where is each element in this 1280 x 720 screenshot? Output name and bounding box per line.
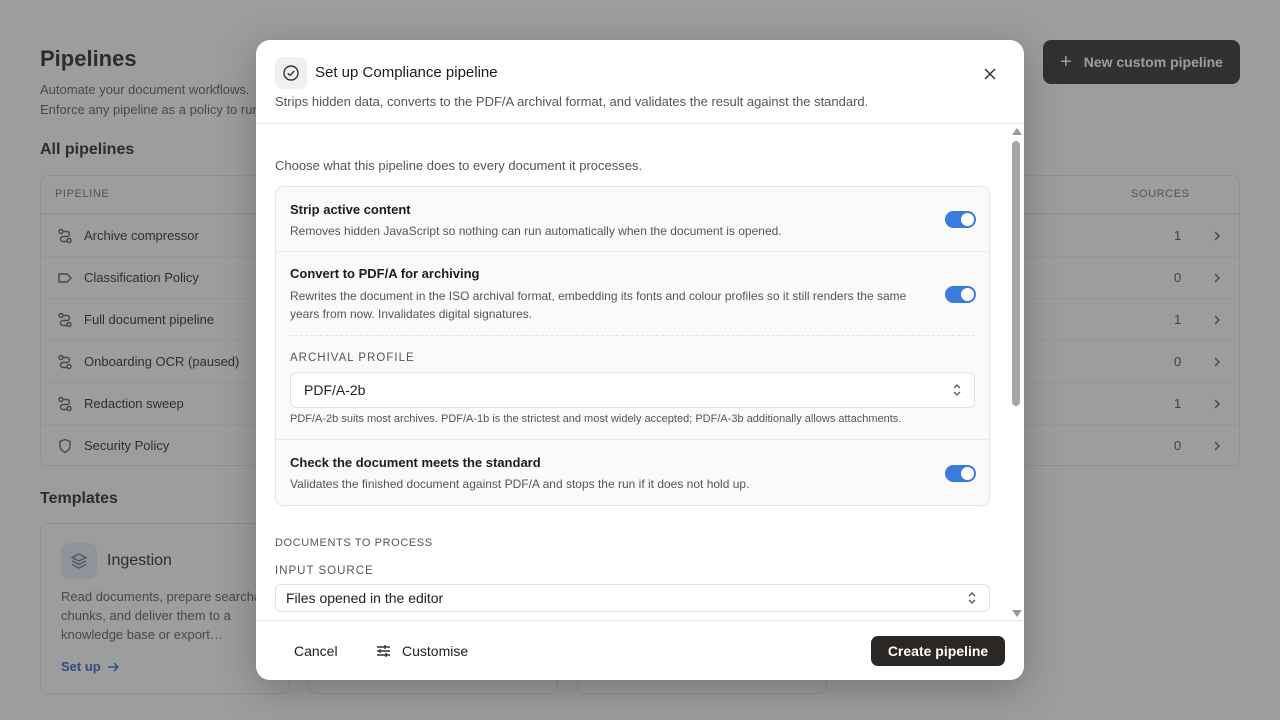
dialog-footer: Cancel Customise Create pipeline [256, 620, 1024, 680]
convert-pdfa-toggle[interactable] [945, 286, 976, 303]
validate-standard-toggle[interactable] [945, 465, 976, 482]
archival-profile-hint: PDF/A-2b suits most archives. PDF/A-1b i… [290, 413, 902, 425]
option-title: Check the document meets the standard [290, 455, 541, 470]
strip-active-content-toggle[interactable] [945, 211, 976, 228]
divider [290, 335, 975, 336]
scrollbar[interactable] [1009, 125, 1023, 620]
option-validate-standard: Check the document meets the standard Va… [276, 440, 989, 506]
dialog-title: Set up Compliance pipeline [315, 64, 498, 81]
option-strip-active-content: Strip active content Removes hidden Java… [276, 187, 989, 251]
check-circle-icon [275, 57, 307, 89]
chevron-up-down-icon [953, 384, 961, 396]
input-source-value: Files opened in the editor [286, 590, 444, 606]
archival-profile-value: PDF/A-2b [304, 382, 366, 398]
create-pipeline-button[interactable]: Create pipeline [871, 636, 1005, 666]
dialog-body[interactable]: Choose what this pipeline does to every … [256, 125, 1024, 620]
archival-profile-select[interactable]: PDF/A-2b [290, 372, 975, 408]
customise-label: Customise [402, 643, 469, 659]
input-source-label: INPUT SOURCE [275, 565, 374, 577]
option-description: Rewrites the document in the ISO archiva… [290, 289, 907, 321]
option-convert-pdfa: Convert to PDF/A for archiving Rewrites … [276, 252, 989, 440]
close-icon[interactable] [980, 64, 1000, 84]
dialog-intro: Choose what this pipeline does to every … [275, 158, 643, 173]
scroll-up-arrow-icon[interactable] [1012, 128, 1022, 135]
dialog-header: Set up Compliance pipeline Strips hidden… [256, 40, 1024, 124]
scrollbar-thumb[interactable] [1012, 141, 1020, 406]
option-description: Removes hidden JavaScript so nothing can… [290, 224, 782, 238]
cancel-button[interactable]: Cancel [294, 643, 338, 659]
sliders-icon [377, 645, 390, 657]
input-source-select[interactable]: Files opened in the editor [275, 584, 990, 612]
options-panel: Strip active content Removes hidden Java… [275, 186, 990, 506]
setup-pipeline-dialog: Set up Compliance pipeline Strips hidden… [256, 40, 1024, 680]
dialog-subtitle: Strips hidden data, converts to the PDF/… [275, 94, 869, 109]
documents-to-process-heading: DOCUMENTS TO PROCESS [275, 537, 433, 549]
chevron-up-down-icon [968, 592, 976, 604]
scroll-down-arrow-icon[interactable] [1012, 610, 1022, 617]
customise-button[interactable]: Customise [376, 643, 468, 659]
option-title: Convert to PDF/A for archiving [290, 266, 480, 281]
option-description: Validates the finished document against … [290, 477, 750, 491]
archival-profile-label: ARCHIVAL PROFILE [290, 352, 415, 364]
option-title: Strip active content [290, 202, 411, 217]
